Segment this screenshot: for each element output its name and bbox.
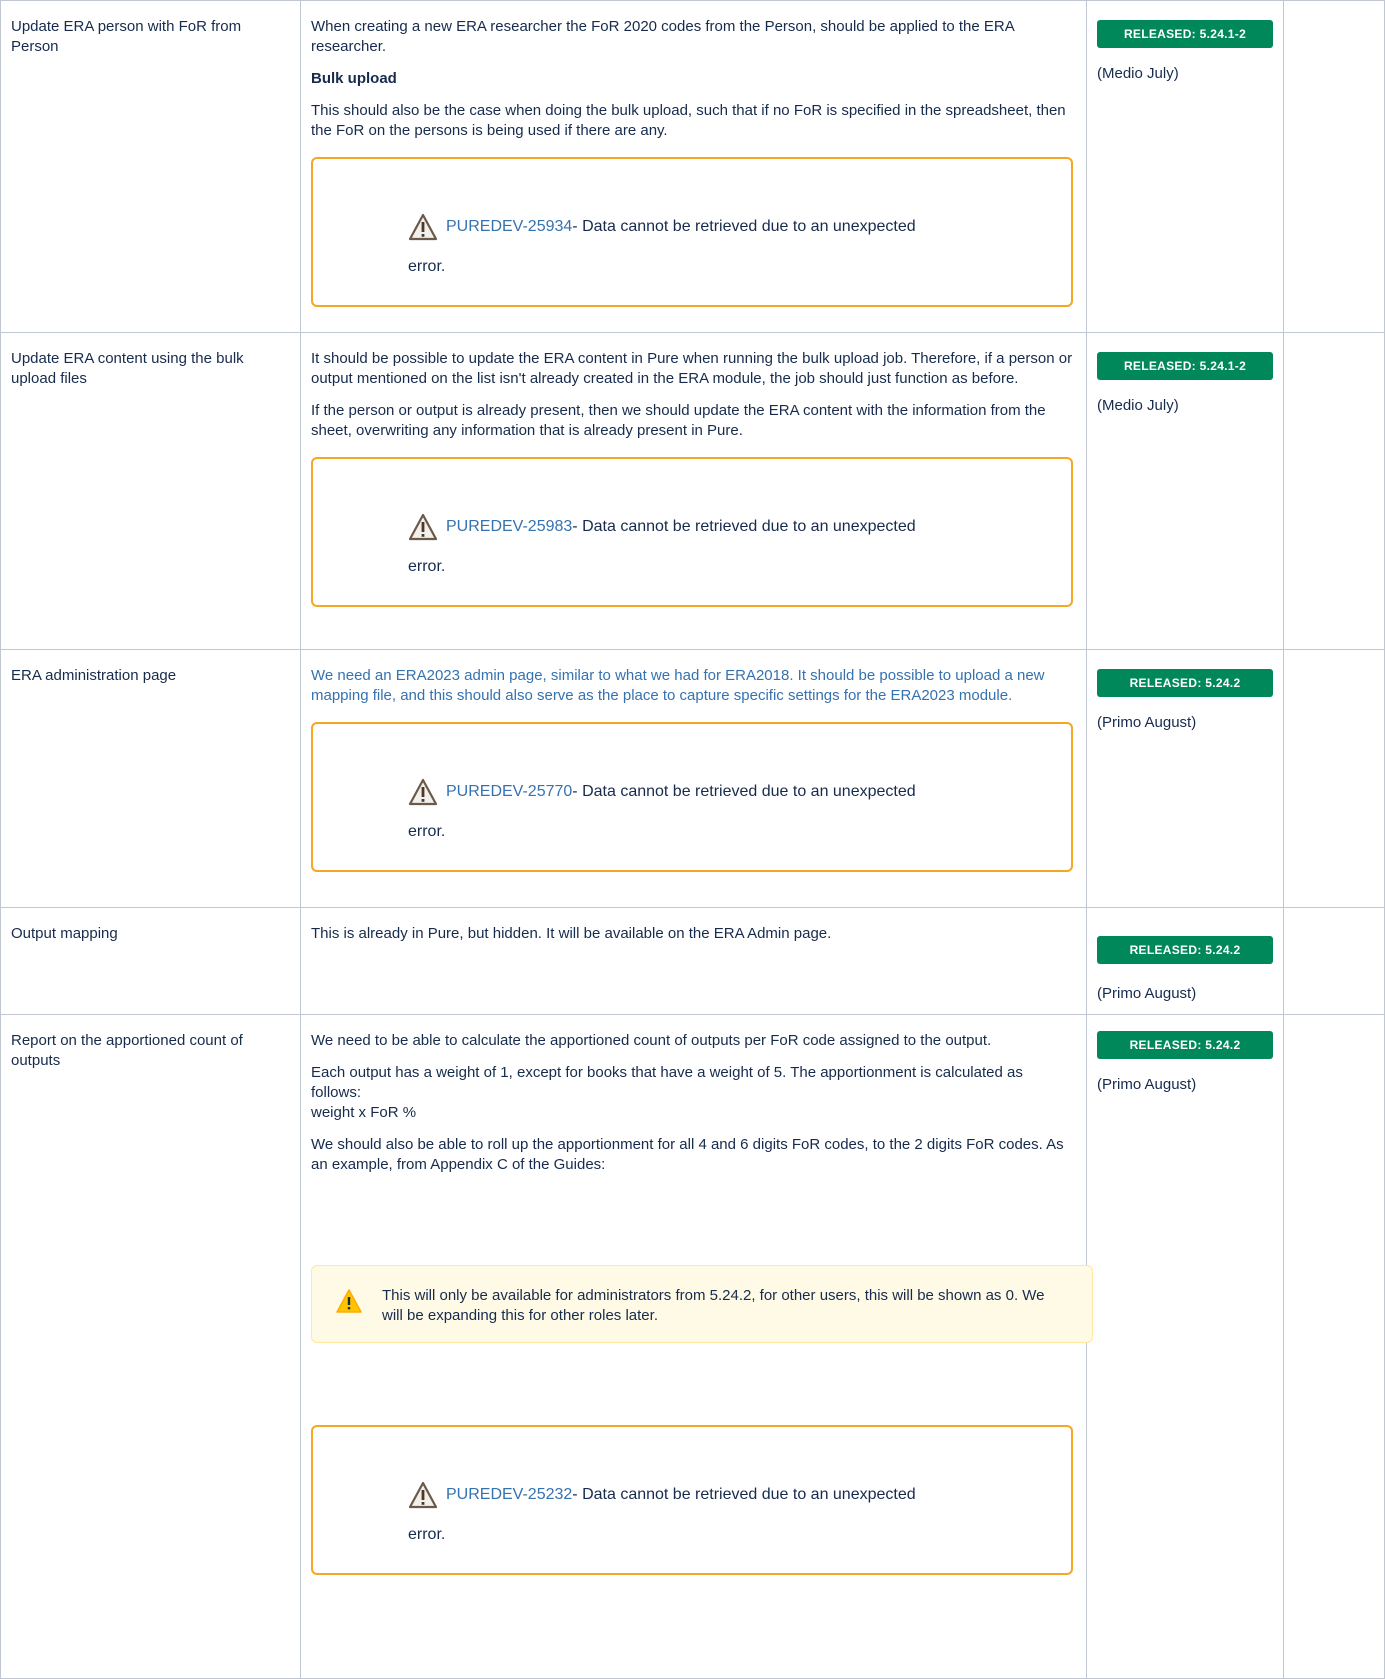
status-badge: RELEASED: 5.24.2 [1097,1031,1273,1059]
empty-cell [1283,649,1385,908]
description-cell: It should be possible to update the ERA … [300,332,1087,650]
jira-error-message: - Data cannot be retrieved due to an une… [572,218,916,235]
warning-icon [408,1481,438,1509]
feature-name: ERA administration page [11,667,177,684]
status-badge: RELEASED: 5.24.1-2 [1097,20,1273,48]
description-paragraph: If the person or output is already prese… [311,402,1046,439]
description-cell: When creating a new ERA researcher the F… [300,0,1087,333]
status-cell: RELEASED: 5.24.2 (Primo August) [1086,649,1284,908]
warning-icon [408,778,438,806]
status-badge: RELEASED: 5.24.1-2 [1097,352,1273,380]
release-timing: (Primo August) [1097,714,1197,731]
warning-note-panel: This will only be available for administ… [311,1265,1093,1343]
subheading: Bulk upload [311,70,397,87]
note-text: This will only be available for administ… [382,1287,1045,1324]
status-cell: RELEASED: 5.24.1-2 (Medio July) [1086,332,1284,650]
feature-cell: Update ERA person with FoR from Person [0,0,301,333]
status-badge: RELEASED: 5.24.2 [1097,936,1273,964]
status-badge: RELEASED: 5.24.2 [1097,669,1273,697]
description-cell: We need to be able to calculate the appo… [300,1014,1093,1679]
features-table: Update ERA person with FoR from Person W… [0,0,1385,1679]
jira-issue-link[interactable]: PUREDEV-25770 [446,782,572,802]
jira-issue-link[interactable]: PUREDEV-25934 [446,217,572,237]
feature-cell: Report on the apportioned count of outpu… [0,1014,301,1679]
description-paragraph: This should also be the case when doing … [311,102,1066,139]
status-cell: RELEASED: 5.24.2 (Primo August) [1086,907,1284,1015]
feature-cell: ERA administration page [0,649,301,908]
jira-issue-link[interactable]: PUREDEV-25983 [446,517,572,537]
description-paragraph: It should be possible to update the ERA … [311,350,1073,387]
table-row: Report on the apportioned count of outpu… [0,1014,1385,1679]
empty-cell [1283,907,1385,1015]
description-cell: This is already in Pure, but hidden. It … [300,907,1087,1015]
table-row: Update ERA content using the bulk upload… [0,332,1385,650]
jira-error-message: - Data cannot be retrieved due to an une… [572,1486,916,1503]
release-timing: (Medio July) [1097,397,1179,414]
empty-cell [1283,1014,1385,1679]
jira-issue-macro: PUREDEV-25934 - Data cannot be retrieved… [311,157,1073,307]
jira-error-message-cont: error. [408,823,446,840]
description-paragraph: This is already in Pure, but hidden. It … [311,925,832,942]
description-paragraph: When creating a new ERA researcher the F… [311,18,1014,55]
empty-cell [1283,0,1385,333]
feature-name: Output mapping [11,925,118,942]
feature-cell: Output mapping [0,907,301,1015]
warning-icon [408,513,438,541]
jira-error-message: - Data cannot be retrieved due to an une… [572,518,916,535]
jira-issue-macro: PUREDEV-25770 - Data cannot be retrieved… [311,722,1073,872]
description-paragraph: We need to be able to calculate the appo… [311,1032,992,1049]
table-row: ERA administration page We need an ERA20… [0,649,1385,908]
jira-issue-link[interactable]: PUREDEV-25232 [446,1485,572,1505]
jira-error-message-cont: error. [408,258,446,275]
warning-icon [336,1288,362,1314]
description-cell: We need an ERA2023 admin page, similar t… [300,649,1087,908]
jira-error-message-cont: error. [408,558,446,575]
jira-error-message-cont: error. [408,1526,446,1543]
jira-issue-macro: PUREDEV-25232 - Data cannot be retrieved… [311,1425,1073,1575]
release-timing: (Medio July) [1097,65,1179,82]
feature-name: Update ERA person with FoR from Person [11,18,242,55]
empty-cell [1283,332,1385,650]
release-timing: (Primo August) [1097,985,1197,1002]
table-row: Output mapping This is already in Pure, … [0,907,1385,1015]
jira-error-message: - Data cannot be retrieved due to an une… [572,783,916,800]
feature-cell: Update ERA content using the bulk upload… [0,332,301,650]
jira-issue-macro: PUREDEV-25983 - Data cannot be retrieved… [311,457,1073,607]
description-paragraph: We should also be able to roll up the ap… [311,1136,1064,1173]
table-row: Update ERA person with FoR from Person W… [0,0,1385,333]
feature-name: Update ERA content using the bulk upload… [11,350,244,387]
status-cell: RELEASED: 5.24.2 (Primo August) [1086,1014,1284,1679]
description-paragraph: Each output has a weight of 1, except fo… [311,1064,1023,1101]
release-timing: (Primo August) [1097,1076,1197,1093]
description-paragraph: We need an ERA2023 admin page, similar t… [311,667,1045,704]
feature-name: Report on the apportioned count of outpu… [11,1032,243,1069]
status-cell: RELEASED: 5.24.1-2 (Medio July) [1086,0,1284,333]
formula: weight x FoR % [311,1104,417,1121]
warning-icon [408,213,438,241]
